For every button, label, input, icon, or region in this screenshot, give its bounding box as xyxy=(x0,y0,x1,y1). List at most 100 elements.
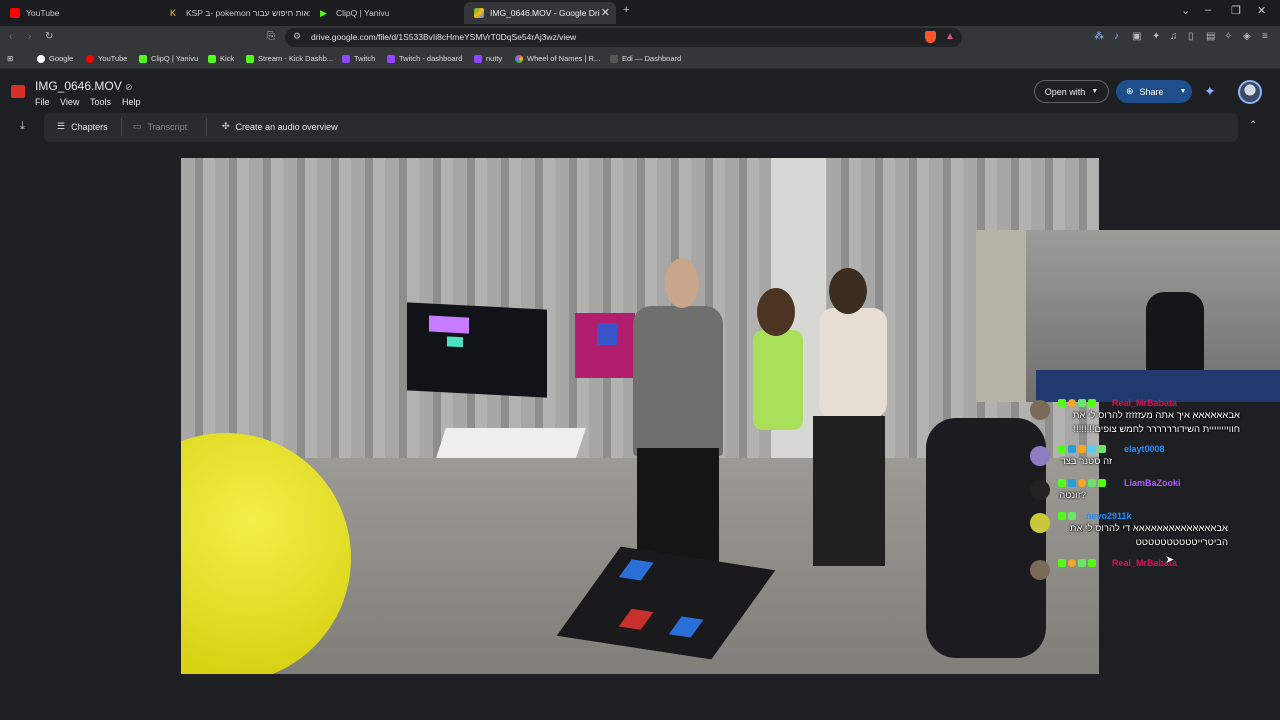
back-icon[interactable]: ‹ xyxy=(9,31,12,42)
bookmark-twitch-dashboard[interactable]: Twitch - dashboard xyxy=(387,54,462,63)
bookmark-edi[interactable]: Edi — Dashboard xyxy=(610,54,681,63)
bookmark-label: Stream - Kick Dashb... xyxy=(258,54,334,63)
tab-youtube[interactable]: YouTube xyxy=(0,2,160,24)
webcam-overlay xyxy=(976,230,1280,402)
pad-arrow-blue xyxy=(668,616,704,638)
play-icon xyxy=(139,54,147,63)
url-text: drive.google.com/file/d/1S533BvIi8cHmeYS… xyxy=(311,32,577,42)
tab-strip: YouTube K KSP בּ- pokemon תוצאות חיפוש ע… xyxy=(0,0,1280,26)
audio-icon[interactable]: ♪ xyxy=(1114,31,1119,42)
address-bar[interactable]: ⚙ drive.google.com/file/d/1S533BvIi8cHme… xyxy=(285,28,962,47)
twitch-icon xyxy=(387,54,395,63)
bookmark-twitch[interactable]: Twitch xyxy=(342,54,375,63)
person-black-skirt xyxy=(813,416,885,566)
chat-text: זה סטנר בצד xyxy=(1060,456,1112,467)
avatar[interactable] xyxy=(1238,80,1262,104)
wallet-icon[interactable]: ▤ xyxy=(1206,31,1215,42)
bookmark-label: nutty xyxy=(486,54,503,63)
person-green-shirt xyxy=(753,330,803,430)
kick-badge-icon xyxy=(1058,559,1066,567)
vpn-icon[interactable]: ◈ xyxy=(1243,31,1251,42)
google-icon xyxy=(37,54,45,63)
sidebar-icon[interactable]: ▯ xyxy=(1188,31,1194,42)
bookmark-stream-kick[interactable]: Stream - Kick Dashb... xyxy=(246,54,333,63)
badge-icon xyxy=(1078,445,1086,453)
translate-icon[interactable]: ⁂ xyxy=(1094,31,1104,42)
bookmark-youtube[interactable]: YouTube xyxy=(86,54,127,63)
tab-label: YouTube xyxy=(26,8,60,18)
kick-badge-icon xyxy=(1058,479,1066,487)
youtube-icon xyxy=(86,54,94,63)
tab-search-icon[interactable]: ⌄ xyxy=(1181,4,1190,17)
close-tab-icon[interactable]: ✕ xyxy=(601,6,610,19)
chat-username: LiamBaZooki xyxy=(1124,478,1181,488)
gem-badge-icon xyxy=(1078,559,1086,567)
sparkle-icon: ✣ xyxy=(222,121,230,131)
brave-rewards-icon[interactable]: ▲ xyxy=(945,31,955,42)
menu-view[interactable]: View xyxy=(60,97,79,107)
bookmark-nutty[interactable]: nutty xyxy=(474,54,502,63)
gem-badge-icon xyxy=(1088,479,1096,487)
chat-username: nevo2911k xyxy=(1086,511,1132,521)
extension-1-icon[interactable]: ▣ xyxy=(1132,31,1141,42)
menu-help[interactable]: Help xyxy=(122,97,141,107)
bookmark-label: Wheel of Names | R... xyxy=(527,54,601,63)
drive-header: IMG_0646.MOV ⊘ File View Tools Help Open… xyxy=(0,70,1280,114)
arrow-glow xyxy=(429,315,469,334)
menu-tools[interactable]: Tools xyxy=(90,97,111,107)
bookmark-wheel-of-names[interactable]: Wheel of Names | R... xyxy=(515,54,600,63)
extensions-icon[interactable]: ✦ xyxy=(1152,31,1160,42)
youtube-favicon-icon xyxy=(10,8,20,18)
chevron-up-icon[interactable]: ⌃ xyxy=(1249,120,1257,131)
mouse-cursor-icon: ➤ xyxy=(1165,554,1175,566)
download-icon[interactable]: ⤓ xyxy=(20,120,25,133)
globe-icon: ⊕ xyxy=(1126,86,1134,96)
chapters-button[interactable]: ☰ Chapters xyxy=(57,121,108,132)
video-player[interactable] xyxy=(181,158,1099,674)
share-button[interactable]: ⊕ Share ▼ xyxy=(1116,80,1192,103)
maximize-icon[interactable]: ❐ xyxy=(1231,4,1241,17)
browser-toolbar: ‹ › ↻ ⎘ ⚙ drive.google.com/file/d/1S533B… xyxy=(0,26,1280,49)
shared-lock-icon: ⊘ xyxy=(125,82,133,92)
edi-icon xyxy=(610,54,618,63)
new-tab-icon[interactable]: + xyxy=(623,4,629,16)
menu-file[interactable]: File xyxy=(35,97,50,107)
minimize-icon[interactable]: – xyxy=(1205,4,1211,16)
reload-icon[interactable]: ↻ xyxy=(45,31,53,42)
screen-art xyxy=(597,323,617,345)
bookmark-kick[interactable]: Kick xyxy=(208,54,234,63)
bookmark-star-icon[interactable]: ⎘ xyxy=(267,31,275,42)
divider xyxy=(206,118,207,136)
close-window-icon[interactable]: ✕ xyxy=(1257,4,1266,17)
chat-username: elayt0008 xyxy=(1124,444,1165,454)
site-info-icon[interactable]: ⚙ xyxy=(293,31,301,42)
twitch-icon xyxy=(474,54,482,63)
chat-text: אבאאאאאא איך אתה מעזזזזז להרוס לי את חוו… xyxy=(1072,410,1240,435)
pad-arrow-blue xyxy=(618,559,654,581)
brave-shield-icon[interactable] xyxy=(925,31,936,43)
chat-badges xyxy=(1058,559,1096,567)
leo-icon[interactable]: ✧ xyxy=(1224,31,1232,42)
gemini-icon[interactable]: ✦ xyxy=(1204,83,1216,100)
forward-icon[interactable]: › xyxy=(28,31,31,42)
tab-label: ClipQ | Yanivu xyxy=(336,8,390,18)
avatar xyxy=(1030,400,1050,420)
avatar xyxy=(1030,513,1050,533)
play-favicon-icon: ▶ xyxy=(320,8,330,18)
apps-grid-icon[interactable]: ⊞ xyxy=(7,54,13,63)
kick-badge-icon xyxy=(1058,445,1066,453)
chat-text: ?זונטה xyxy=(1059,490,1086,501)
tab-ksp[interactable]: K KSP בּ- pokemon תוצאות חיפוש עבור xyxy=(160,2,310,24)
menu-icon[interactable]: ≡ xyxy=(1262,31,1268,42)
badge-icon xyxy=(1088,445,1096,453)
tab-clipq[interactable]: ▶ ClipQ | Yanivu xyxy=(310,2,464,24)
kick-icon xyxy=(208,54,216,63)
audio-overview-button[interactable]: ✣ Create an audio overview xyxy=(222,121,338,132)
drive-favicon-icon xyxy=(474,8,484,18)
bookmark-google[interactable]: Google xyxy=(37,54,73,63)
tab-drive-active[interactable]: IMG_0646.MOV - Google Dri ✕ xyxy=(464,2,616,24)
bookmark-clipq[interactable]: ClipQ | Yanivu xyxy=(139,54,198,63)
media-icon[interactable]: ♫ xyxy=(1170,31,1178,42)
sub-badge-icon xyxy=(1088,559,1096,567)
open-with-button[interactable]: Open with ▼ xyxy=(1034,80,1109,103)
